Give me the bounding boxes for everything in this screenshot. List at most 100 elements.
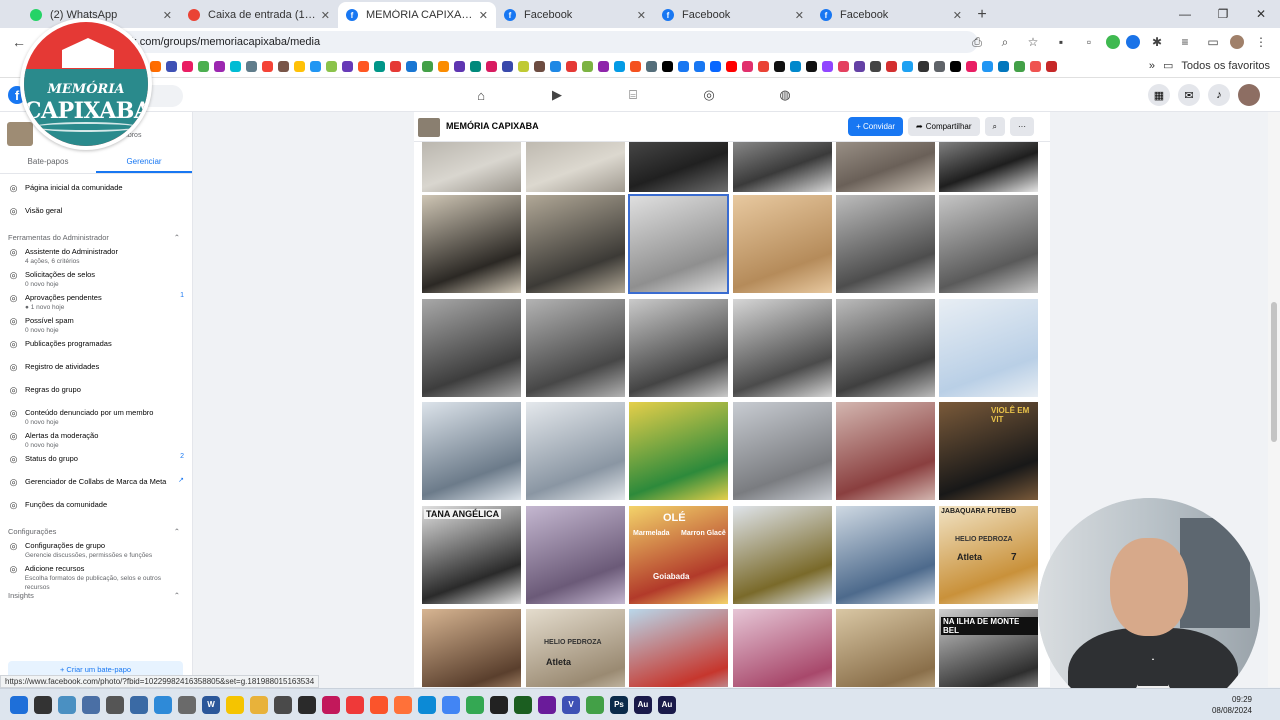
bookmark-favicon-icon[interactable] <box>310 61 321 72</box>
gallery-photo-old-street[interactable] <box>733 195 832 293</box>
bookmark-favicon-icon[interactable] <box>502 61 513 72</box>
bookmark-favicon-icon[interactable] <box>182 61 193 72</box>
sidebar-item[interactable]: ◎ Aprovações pendentes ● 1 novo hoje 1 <box>0 292 192 315</box>
bookmark-favicon-icon[interactable] <box>550 61 561 72</box>
bookmark-favicon-icon[interactable] <box>918 61 929 72</box>
gallery-photo-flowers-table[interactable] <box>939 142 1038 192</box>
browser-tab[interactable]: f Facebook ✕ <box>812 2 970 28</box>
bookmark-star-icon[interactable]: ☆ <box>1022 31 1044 53</box>
sidebar-item[interactable]: ◎ Configurações de grupo Gerencie discussõ… <box>0 540 192 563</box>
calc-icon[interactable] <box>130 695 148 714</box>
bookmark-favicon-icon[interactable] <box>582 61 593 72</box>
bookmark-favicon-icon[interactable] <box>358 61 369 72</box>
search-group-button[interactable]: ⌕ <box>984 117 1005 136</box>
gallery-photo-street-traffic[interactable] <box>733 402 832 500</box>
bookmark-favicon-icon[interactable] <box>662 61 673 72</box>
collapse-chevron-icon[interactable]: ⌃ <box>174 233 180 242</box>
all-favorites-link[interactable]: Todos os favoritos <box>1181 60 1270 72</box>
bookmark-favicon-icon[interactable] <box>518 61 529 72</box>
profile-avatar[interactable] <box>1230 35 1244 49</box>
bookmark-favicon-icon[interactable] <box>598 61 609 72</box>
browser-tab[interactable]: f Facebook ✕ <box>496 2 654 28</box>
chrome-icon[interactable] <box>442 695 460 714</box>
gallery-photo-soda-bottles[interactable] <box>733 506 832 604</box>
bookmark-favicon-icon[interactable] <box>790 61 801 72</box>
folder-icon[interactable] <box>250 695 268 714</box>
chrome-icon[interactable] <box>466 695 484 714</box>
bookmark-favicon-icon[interactable] <box>566 61 577 72</box>
bookmark-favicon-icon[interactable] <box>758 61 769 72</box>
more-bookmarks-icon[interactable]: » <box>1149 60 1155 72</box>
photos-icon[interactable] <box>154 695 172 714</box>
admin-tools-section[interactable]: Ferramentas do Administrador ⌃ <box>0 228 192 246</box>
bookmark-favicon-icon[interactable] <box>822 61 833 72</box>
collapse-chevron-icon[interactable]: ⌃ <box>174 527 180 536</box>
bookmark-favicon-icon[interactable] <box>902 61 913 72</box>
files-icon[interactable] <box>82 695 100 714</box>
bookmark-favicon-icon[interactable] <box>870 61 881 72</box>
sidebar-item[interactable]: ◎ Alertas da moderação 0 novo hoje <box>0 430 192 453</box>
gallery-photo-town-view[interactable] <box>628 194 729 294</box>
gallery-photo-red-bus[interactable] <box>629 609 728 687</box>
sidebar-item[interactable]: ◎ Registro de atividades <box>0 361 192 384</box>
bookmark-favicon-icon[interactable] <box>390 61 401 72</box>
bookmark-favicon-icon[interactable] <box>1046 61 1057 72</box>
bookmark-favicon-icon[interactable] <box>934 61 945 72</box>
system-clock[interactable]: 09:29 08/08/2024 <box>1212 694 1252 716</box>
gallery-photo-football-card[interactable]: HELIO PEDROZA Atleta <box>526 609 625 687</box>
bookmark-favicon-icon[interactable] <box>294 61 305 72</box>
gallery-photo-rocks-landscape[interactable] <box>629 299 728 397</box>
gallery-photo-pink-scene[interactable] <box>733 609 832 687</box>
gallery-photo-violence-poster[interactable]: VIOLÊ EM VIT <box>939 402 1038 500</box>
audition-icon[interactable]: Au <box>658 695 676 714</box>
gallery-photo-newspaper-angelica[interactable]: TANA ANGÉLICA <box>422 506 521 604</box>
app-icon[interactable] <box>538 695 556 714</box>
norton-icon[interactable] <box>226 695 244 714</box>
extension-icon[interactable] <box>1106 35 1120 49</box>
edge-icon[interactable] <box>418 695 436 714</box>
collapse-chevron-icon[interactable]: ⌃ <box>174 591 180 600</box>
camera-icon[interactable] <box>106 695 124 714</box>
bookmark-favicon-icon[interactable] <box>214 61 225 72</box>
bookmark-favicon-icon[interactable] <box>678 61 689 72</box>
close-window-icon[interactable]: ✕ <box>1242 0 1280 28</box>
close-tab-icon[interactable]: ✕ <box>637 9 646 22</box>
bookmark-favicon-icon[interactable] <box>230 61 241 72</box>
gallery-photo-newspaper-clipping[interactable] <box>526 142 625 192</box>
search-icon[interactable] <box>34 695 52 714</box>
bookmark-favicon-icon[interactable] <box>886 61 897 72</box>
firefox-icon[interactable] <box>394 695 412 714</box>
bookmark-favicon-icon[interactable] <box>806 61 817 72</box>
bookmark-favicon-icon[interactable] <box>1030 61 1041 72</box>
apps-grid-icon[interactable]: ▦ <box>1148 84 1170 106</box>
gallery-photo-hillside-town[interactable] <box>939 195 1038 293</box>
gallery-photo-tram-station[interactable] <box>526 506 625 604</box>
bookmark-favicon-icon[interactable] <box>694 61 705 72</box>
gallery-photo-id-portrait[interactable] <box>422 609 521 687</box>
page-scrollbar[interactable] <box>1268 112 1280 687</box>
maximize-icon[interactable]: ❐ <box>1204 0 1242 28</box>
bookmark-favicon-icon[interactable] <box>422 61 433 72</box>
gallery-photo-rocks-landscape[interactable] <box>526 299 625 397</box>
brave-icon[interactable] <box>370 695 388 714</box>
sidebar-item[interactable]: ◎ Visão geral <box>0 205 192 228</box>
sidepanel-icon[interactable]: ▭ <box>1202 31 1224 53</box>
photoshop-icon[interactable]: Ps <box>610 695 628 714</box>
browser-tab[interactable]: f MEMÓRIA CAPIXABA | Faceboo ✕ <box>338 2 496 28</box>
sidebar-item[interactable]: ◎ Status do grupo 2 <box>0 453 192 476</box>
sidebar-item[interactable]: ◎ Conteúdo denunciado por um membro 0 novo… <box>0 407 192 430</box>
bookmark-favicon-icon[interactable] <box>438 61 449 72</box>
invite-button[interactable]: + Convidar <box>848 117 904 136</box>
sidebar-item[interactable]: ◎ Página inicial da comunidade <box>0 182 192 205</box>
gallery-photo-banquet[interactable] <box>733 142 832 192</box>
tab-chats[interactable]: Bate-papos <box>0 154 96 173</box>
stats-icon[interactable] <box>514 695 532 714</box>
gallery-photo-banquet-hall[interactable] <box>526 195 625 293</box>
bookmark-favicon-icon[interactable] <box>614 61 625 72</box>
bookmark-favicon-icon[interactable] <box>710 61 721 72</box>
gallery-photo-tram-street[interactable] <box>836 402 935 500</box>
video-icon[interactable]: ▶ <box>546 86 568 104</box>
gallery-photo-ole-products[interactable]: OLÉ Marmelada Marron Glacê Goiabada <box>629 506 728 604</box>
sidebar-item[interactable]: ◎ Adicione recursos Escolha formatos de pu… <box>0 563 192 591</box>
bookmark-favicon-icon[interactable] <box>486 61 497 72</box>
